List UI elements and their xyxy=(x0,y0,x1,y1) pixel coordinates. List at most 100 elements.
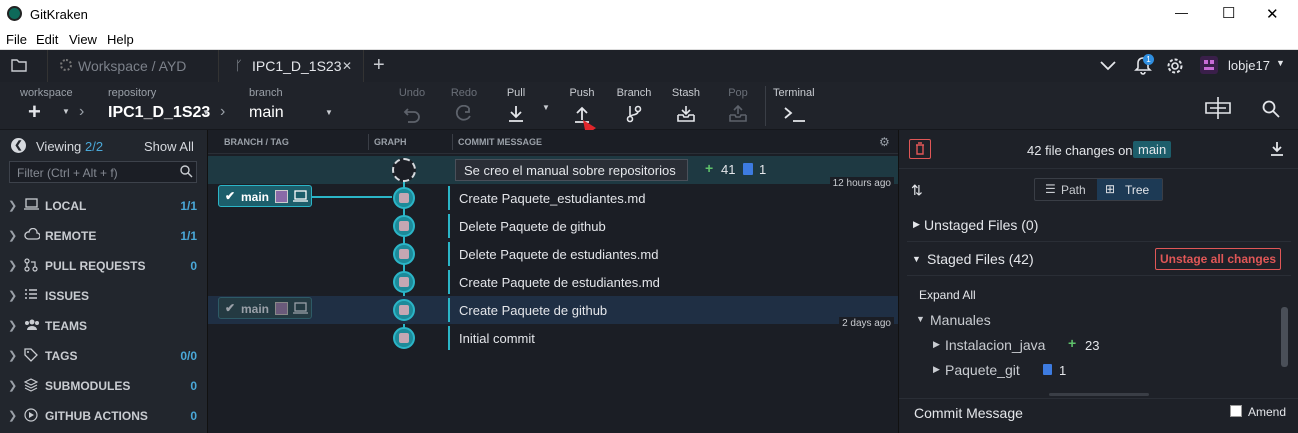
terminal-button[interactable]: Terminal xyxy=(771,87,821,123)
caret-down-icon[interactable]: ▼ xyxy=(912,254,921,264)
pop-button[interactable]: Pop xyxy=(716,87,760,123)
column-settings-icon[interactable]: ⚙ xyxy=(879,135,890,149)
new-tab-button[interactable]: + xyxy=(373,54,385,77)
add-workspace-icon[interactable]: + xyxy=(28,99,41,125)
sidebar-section-github-actions[interactable]: ❯ GITHUB ACTIONS 0 xyxy=(0,401,207,431)
sidebar-section-remote[interactable]: ❯ REMOTE 1/1 xyxy=(0,221,207,251)
commit-message: Create Paquete_estudiantes.md xyxy=(459,191,646,206)
download-icon[interactable] xyxy=(1270,141,1284,160)
tab-workspace[interactable]: Workspace / AYD xyxy=(47,50,217,82)
tree-button[interactable]: ⊞ Tree xyxy=(1097,179,1162,200)
tab-close-icon[interactable]: ✕ xyxy=(342,59,352,73)
wip-message-input[interactable]: Se creo el manual sobre repositorios xyxy=(455,159,688,181)
sidebar-section-teams[interactable]: ❯ TEAMS xyxy=(0,311,207,341)
commit-row[interactable]: Create Paquete de estudiantes.md xyxy=(208,268,898,296)
commit-row[interactable]: Delete Paquete de estudiantes.md xyxy=(208,240,898,268)
sidebar-section-local[interactable]: ❯ LOCAL 1/1 xyxy=(0,191,207,221)
right-panel: 42 file changes on main ⇅ ☰ Path ⊞ Tree … xyxy=(898,130,1298,433)
undo-button[interactable]: Undo xyxy=(390,87,434,123)
sidebar-section-pull-requests[interactable]: ❯ PULL REQUESTS 0 xyxy=(0,251,207,281)
folder-icon[interactable] xyxy=(11,58,27,75)
launchpad-icon[interactable] xyxy=(1204,96,1232,123)
commit-node[interactable] xyxy=(393,215,415,237)
discard-trash-icon[interactable] xyxy=(909,139,931,159)
graph-header: BRANCH / TAG GRAPH COMMIT MESSAGE ⚙ xyxy=(208,130,898,154)
stash-button[interactable]: Stash xyxy=(664,87,708,123)
repository-selector[interactable]: IPC1_D_1S23 xyxy=(108,104,210,122)
caret-down-icon[interactable]: ▼ xyxy=(916,314,925,324)
sort-icon[interactable]: ⇅ xyxy=(911,182,923,199)
branch-caret-icon[interactable]: ▼ xyxy=(325,108,333,117)
branch-connector xyxy=(312,196,392,198)
pop-icon xyxy=(729,105,747,122)
user-name[interactable]: lobje17 xyxy=(1228,58,1270,73)
modified-file-icon xyxy=(743,163,753,175)
pull-button[interactable]: Pull xyxy=(494,87,538,123)
search-icon[interactable] xyxy=(1262,100,1280,121)
caret-right-icon[interactable]: ▶ xyxy=(933,364,940,375)
commit-node[interactable] xyxy=(393,243,415,265)
repository-caret-icon[interactable]: ▼ xyxy=(202,108,210,117)
modified-file-icon xyxy=(1043,364,1052,375)
commit-node[interactable] xyxy=(393,299,415,321)
path-button[interactable]: ☰ Path xyxy=(1035,179,1097,200)
filter-input[interactable]: Filter (Ctrl + Alt + f) xyxy=(9,161,197,183)
chevron-right-icon: ❯ xyxy=(8,350,18,362)
staged-files-header[interactable]: Staged Files (42) xyxy=(927,251,1034,267)
redo-button[interactable]: Redo xyxy=(442,87,486,123)
show-all-button[interactable]: Show All xyxy=(144,139,194,154)
branch-selector[interactable]: main xyxy=(249,104,284,122)
viewing-label: Viewing xyxy=(36,139,82,154)
workspace-caret-icon[interactable]: ▼ xyxy=(62,107,70,116)
branch-pill-main-remote[interactable]: ✔ main xyxy=(218,297,312,319)
sidebar-section-label: TAGS xyxy=(45,349,78,363)
unstage-all-button[interactable]: Unstage all changes xyxy=(1155,248,1282,270)
commit-node[interactable] xyxy=(393,327,415,349)
sidebar-section-submodules[interactable]: ❯ SUBMODULES 0 xyxy=(0,371,207,401)
settings-gear-icon[interactable] xyxy=(1166,57,1184,78)
amend-checkbox[interactable] xyxy=(1230,405,1242,417)
avatar[interactable] xyxy=(1200,56,1218,74)
back-arrow-icon[interactable]: ❮ xyxy=(11,138,26,153)
folder-manuales[interactable]: Manuales xyxy=(930,312,991,328)
commit-message: Create Paquete de estudiantes.md xyxy=(459,275,660,290)
commit-node[interactable] xyxy=(393,187,415,209)
wip-row[interactable]: Se creo el manual sobre repositorios + 4… xyxy=(208,156,898,184)
wip-modified-count: 1 xyxy=(759,162,767,177)
chevron-down-icon[interactable] xyxy=(1100,59,1116,74)
user-menu-caret-icon[interactable]: ▼ xyxy=(1276,58,1285,68)
file-item-name[interactable]: Instalacion_java xyxy=(945,337,1045,353)
tab-repository[interactable]: ᚴ IPC1_D_1S23 ✕ xyxy=(218,50,364,82)
menu-file[interactable]: File xyxy=(6,32,27,47)
chevron-right-icon: ❯ xyxy=(8,200,18,212)
sidebar-section-issues[interactable]: ❯ ISSUES xyxy=(0,281,207,311)
sidebar-section-count: 0 xyxy=(190,259,197,273)
commit-row[interactable]: Initial commit xyxy=(208,324,898,352)
laptop-icon xyxy=(293,302,308,317)
file-item-name[interactable]: Paquete_git xyxy=(945,362,1020,378)
menu-view[interactable]: View xyxy=(69,32,97,47)
added-plus-icon: + xyxy=(1068,335,1077,351)
unstaged-files-header[interactable]: Unstaged Files (0) xyxy=(924,217,1038,233)
close-button[interactable]: ✕ xyxy=(1266,5,1279,23)
caret-right-icon[interactable]: ▶ xyxy=(913,219,920,230)
commit-node[interactable] xyxy=(393,271,415,293)
expand-all-button[interactable]: Expand All xyxy=(919,288,976,302)
commit-row-bar xyxy=(448,326,450,350)
divider xyxy=(899,168,1298,169)
amend-label: Amend xyxy=(1248,405,1287,419)
minimize-button[interactable]: — xyxy=(1175,5,1188,20)
header-branch-tag: BRANCH / TAG xyxy=(224,137,289,147)
push-label: Push xyxy=(569,87,595,99)
maximize-button[interactable]: ☐ xyxy=(1222,4,1235,22)
menu-edit[interactable]: Edit xyxy=(36,32,58,47)
menu-help[interactable]: Help xyxy=(107,32,134,47)
pull-options-caret-icon[interactable]: ▼ xyxy=(542,103,550,112)
commit-row[interactable]: Delete Paquete de github xyxy=(208,212,898,240)
caret-right-icon[interactable]: ▶ xyxy=(933,339,940,350)
sidebar-section-tags[interactable]: ❯ TAGS 0/0 xyxy=(0,341,207,371)
horizontal-scrollbar[interactable] xyxy=(1049,393,1149,396)
branch-pill-main[interactable]: ✔ main xyxy=(218,185,312,207)
tree-scrollbar[interactable] xyxy=(1281,307,1288,367)
gitkraken-logo-icon xyxy=(7,6,22,21)
